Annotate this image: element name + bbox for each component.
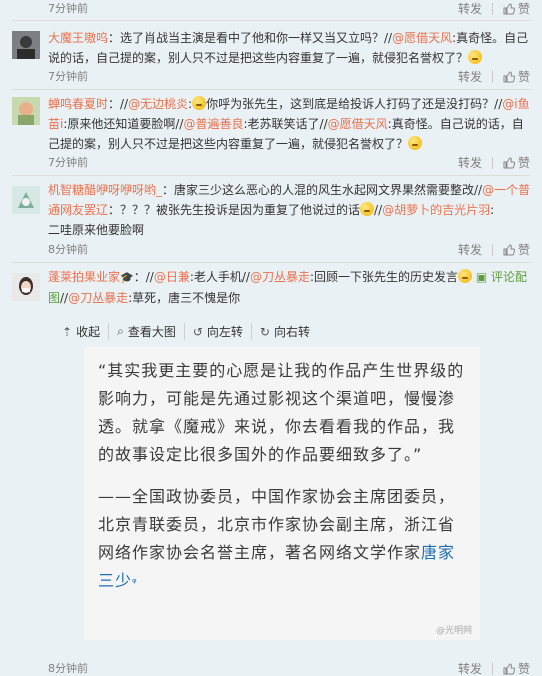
grad-cap-icon: 🎓	[120, 271, 134, 284]
thumbs-up-icon	[503, 662, 515, 674]
emoji-icon	[408, 136, 423, 150]
comment-actions: 转发 赞	[458, 68, 530, 85]
like-button[interactable]: 赞	[503, 241, 530, 258]
thumbs-up-icon	[503, 243, 515, 255]
image-toolbar: ⇡ 收起 ⌕ 查看大图 ↺ 向左转 ↻ 向右转	[62, 323, 318, 340]
like-button[interactable]: 赞	[503, 660, 530, 676]
comment-time: 7分钟前	[48, 70, 88, 83]
comment-text: 大魔王嗷呜：选了肖战当主演是看中了他和你一样又当又立吗？//@愿借天风:真奇怪。…	[48, 31, 529, 65]
divider	[12, 262, 530, 263]
comment-footer: 8分钟前 转发 赞	[0, 241, 542, 257]
comment-text: 蓬莱拍果业家🎓：//@日兼:老人手机//@刀丛暴走:回顾一下张先生的历史发言 ▣…	[48, 269, 528, 305]
emoji-icon	[468, 50, 483, 64]
mention-link[interactable]: @愿借天风	[328, 117, 388, 131]
comment-actions: 转发 赞	[458, 154, 530, 171]
rotate-left-icon: ↺	[192, 324, 203, 339]
like-label: 赞	[517, 662, 530, 676]
comment-time: 7分钟前	[48, 2, 88, 15]
comment-username[interactable]: 机智糖醋咿呀咿呀哟_	[48, 183, 162, 197]
like-button[interactable]: 赞	[503, 154, 530, 171]
like-button[interactable]: 赞	[503, 0, 530, 17]
comment-actions: 转发 赞	[458, 0, 530, 17]
divider	[491, 662, 493, 675]
comment-footer: 7分钟前 转发 赞	[0, 0, 542, 16]
forward-button[interactable]: 转发	[458, 68, 482, 85]
rotate-right-icon: ↻	[259, 324, 270, 339]
comment-actions: 转发 赞	[458, 241, 530, 258]
mention-link[interactable]: @愿借天风	[392, 31, 452, 45]
emoji-icon	[458, 269, 473, 283]
comment-username[interactable]: 大魔王嗷呜	[48, 31, 108, 45]
forward-button[interactable]: 转发	[458, 154, 482, 171]
quote-text: “其实我更主要的心愿是让我的作品产生世界级的影响力，可能是先通过影视这个渠道吧，…	[98, 361, 465, 464]
comment-text: 机智糖醋咿呀咿呀哟_：唐家三少这么恶心的人混的风生水起网文界果然需要整改//@一…	[48, 183, 531, 237]
avatar[interactable]	[12, 186, 40, 214]
comment-feed: 7分钟前 转发 赞 大魔王嗷呜：选了肖战当主演是看中了他和你一样又当又立吗？//…	[0, 0, 542, 676]
comment-time: 8分钟前	[48, 243, 88, 256]
mention-link[interactable]: @胡萝卜的吉光片羽	[382, 203, 490, 217]
emoji-icon	[360, 202, 375, 216]
collapse-button[interactable]: ⇡ 收起	[62, 323, 110, 340]
emoji-icon	[192, 96, 207, 110]
avatar[interactable]	[12, 273, 40, 301]
comment-footer: 7分钟前 转发 赞	[0, 154, 542, 170]
mention-link[interactable]: @无边桃炎	[128, 97, 188, 111]
divider	[491, 70, 493, 83]
divider	[12, 20, 530, 21]
thumbs-up-icon	[503, 70, 515, 82]
avatar[interactable]	[12, 97, 40, 125]
like-label: 赞	[517, 70, 530, 84]
divider	[491, 2, 493, 15]
comment-time: 8分钟前	[48, 662, 88, 675]
attribution-text: ——全国政协委员，中国作家协会主席团委员，北京青联委员，北京市作家协会副主席，浙…	[98, 487, 456, 590]
like-label: 赞	[517, 243, 530, 257]
search-icon: ᵠ	[132, 576, 138, 589]
comment-username[interactable]: 蓬莱拍果业家	[48, 270, 120, 284]
rotate-left-button[interactable]: ↺ 向左转	[185, 323, 252, 340]
watermark: @光明网	[435, 626, 472, 636]
view-large-button[interactable]: ⌕ 查看大图	[109, 323, 185, 340]
avatar[interactable]	[12, 31, 40, 59]
forward-button[interactable]: 转发	[458, 241, 482, 258]
comment-username[interactable]: 蝉鸣春夏时	[48, 97, 108, 111]
image-icon: ▣	[475, 270, 488, 284]
like-button[interactable]: 赞	[503, 68, 530, 85]
divider	[491, 156, 493, 169]
mention-link[interactable]: @刀丛暴走	[68, 291, 128, 305]
comment-footer: 7分钟前 转发 赞	[0, 68, 542, 84]
thumbs-up-icon	[503, 2, 515, 14]
thumbs-up-icon	[503, 156, 515, 168]
comment-footer: 8分钟前 转发 赞	[0, 660, 542, 676]
comment-actions: 转发 赞	[458, 660, 530, 676]
divider	[491, 243, 493, 256]
rotate-right-button[interactable]: ↻ 向右转	[252, 323, 318, 340]
forward-button[interactable]: 转发	[458, 660, 482, 676]
mention-link[interactable]: @刀丛暴走	[250, 270, 310, 284]
mention-link[interactable]: @日兼	[154, 270, 190, 284]
comment-text: 蝉鸣春夏时：//@无边桃炎: 你呼为张先生，这到底是给投诉人打码了还是没打码？//…	[48, 96, 530, 151]
divider	[12, 175, 530, 176]
mention-link[interactable]: @普遍善良	[183, 117, 243, 131]
comment-image[interactable]: “其实我更主要的心愿是让我的作品产生世界级的影响力，可能是先通过影视这个渠道吧，…	[84, 347, 480, 640]
like-label: 赞	[517, 2, 530, 16]
comment-time: 7分钟前	[48, 156, 88, 169]
collapse-icon: ⇡	[62, 324, 73, 339]
forward-button[interactable]: 转发	[458, 0, 482, 17]
magnifier-icon: ⌕	[117, 324, 124, 338]
divider	[12, 89, 530, 90]
like-label: 赞	[517, 156, 530, 170]
